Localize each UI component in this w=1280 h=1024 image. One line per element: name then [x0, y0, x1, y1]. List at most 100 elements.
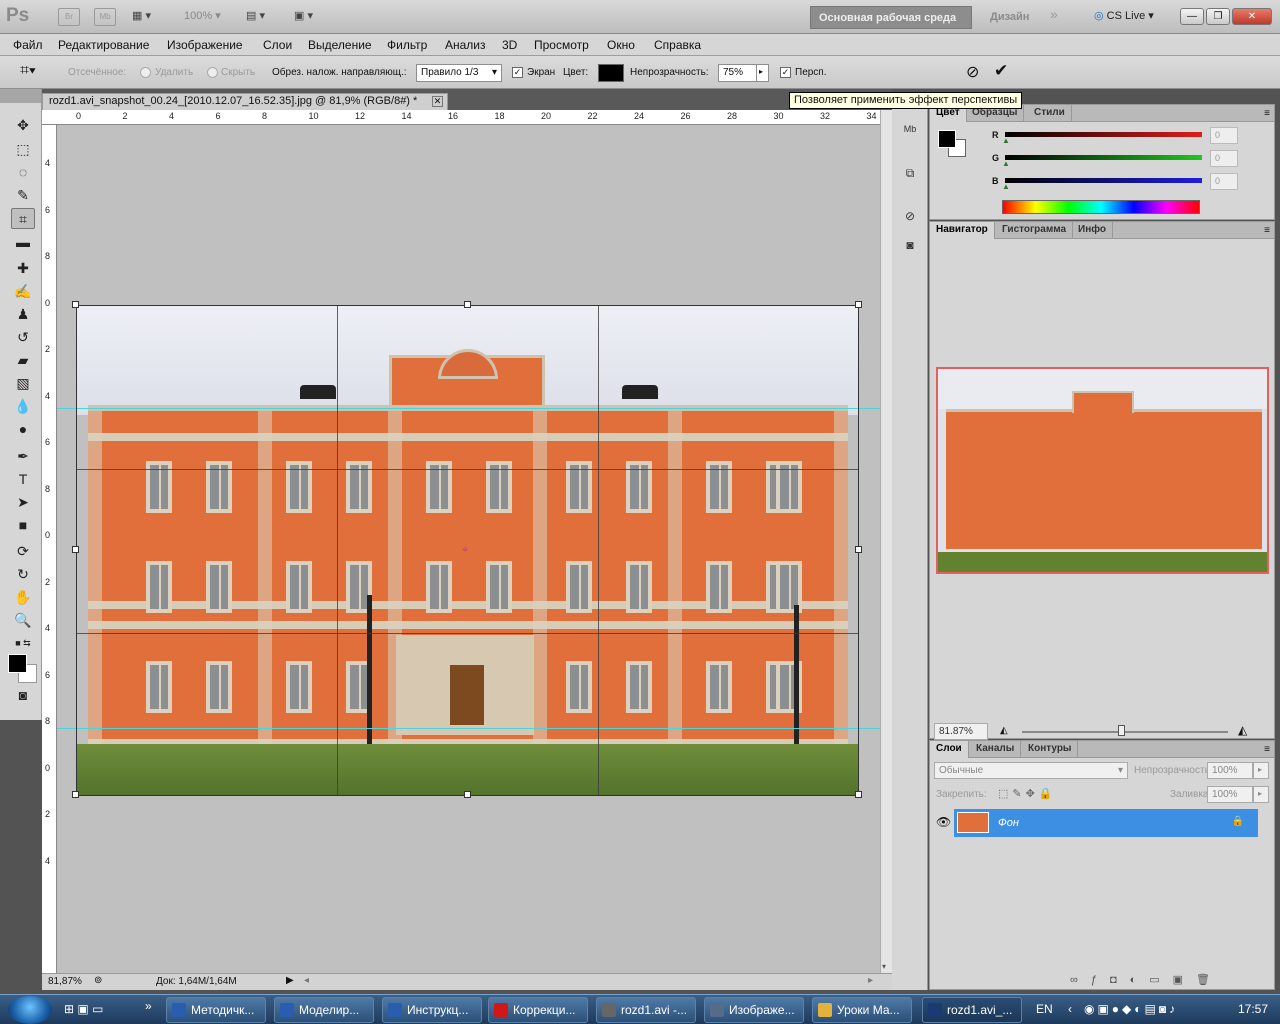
tray-icons[interactable]: ◉▣●◆◐▤◙♪ — [1084, 1002, 1178, 1016]
3d-orbit-icon[interactable]: ↻ — [11, 564, 35, 585]
guide-line[interactable] — [57, 728, 880, 729]
restore-button[interactable]: ❐ — [1206, 8, 1230, 25]
taskbar-button[interactable]: Уроки Ма... — [812, 997, 912, 1023]
pen-tool-icon[interactable]: ✒ — [11, 446, 35, 467]
panel-menu-icon[interactable]: ≡ — [1264, 225, 1270, 236]
overlay-dropdown[interactable]: Правило 1/3 ▾ — [416, 64, 502, 82]
type-tool-icon[interactable]: T — [11, 469, 35, 490]
swap-colors-icon[interactable]: ■ ⇆ — [11, 633, 35, 654]
status-icon[interactable]: ⊚ — [94, 975, 102, 986]
slider-thumb-icon[interactable]: ▲ — [1002, 182, 1010, 191]
menu-image[interactable]: Изображение — [167, 38, 243, 52]
dodge-tool-icon[interactable]: ● — [11, 419, 35, 440]
menu-view[interactable]: Просмотр — [534, 38, 589, 52]
crop-handle[interactable] — [855, 791, 862, 798]
channel-b-value[interactable]: 0 — [1210, 173, 1238, 190]
eyedropper-tool-icon[interactable]: ▬ — [11, 232, 35, 253]
color-spectrum-bar[interactable] — [1002, 200, 1200, 214]
fill-stepper[interactable]: ▸ — [1253, 786, 1269, 803]
eraser-tool-icon[interactable]: ▰ — [11, 350, 35, 371]
scroll-left-icon[interactable]: ◂ — [304, 975, 309, 986]
minimize-button[interactable]: — — [1180, 8, 1204, 25]
hand-tool-icon[interactable]: ✋ — [11, 587, 35, 608]
gradient-tool-icon[interactable]: ▧ — [11, 373, 35, 394]
history-panel-icon[interactable]: ⧉ — [898, 162, 922, 184]
taskbar-button[interactable]: Инструкц... — [382, 997, 482, 1023]
scroll-down-icon[interactable]: ▾ — [882, 962, 886, 971]
tab-paths[interactable]: Контуры — [1022, 741, 1079, 758]
channel-b-slider[interactable]: ▲ — [1002, 178, 1202, 191]
navigator-zoom-thumb[interactable] — [1118, 725, 1125, 736]
tray-expand-icon[interactable]: ‹ — [1068, 1002, 1072, 1016]
navigator-thumbnail[interactable] — [936, 367, 1269, 574]
layer-opacity-stepper[interactable]: ▸ — [1253, 762, 1269, 779]
menu-file[interactable]: Файл — [13, 38, 43, 52]
lasso-tool-icon[interactable]: ◌ — [11, 162, 35, 183]
history-brush-icon[interactable]: ↺ — [11, 327, 35, 348]
layer-name[interactable]: Фон — [998, 817, 1019, 829]
start-button[interactable] — [8, 996, 52, 1024]
zoom-tool-icon[interactable]: 🔍 — [11, 610, 35, 631]
brush-preset-icon[interactable]: ⊘ — [898, 205, 922, 227]
mini-bridge-panel-icon[interactable]: Mb — [898, 118, 922, 140]
shield-checkbox[interactable]: ✓ — [512, 67, 523, 78]
lock-icons[interactable]: ⬚✎✥🔒 — [998, 787, 1057, 800]
tab-channels[interactable]: Каналы — [970, 741, 1022, 758]
tab-styles[interactable]: Стили — [1028, 105, 1072, 122]
channel-r-slider[interactable]: ▲ — [1002, 132, 1202, 145]
show-desktop-icon[interactable]: ⊞ ▣ ▭ — [64, 1002, 103, 1016]
path-selection-icon[interactable]: ➤ — [11, 492, 35, 513]
delete-radio[interactable] — [140, 67, 151, 78]
bridge-icon[interactable]: Br — [58, 8, 80, 26]
navigator-zoom-slider[interactable] — [1022, 731, 1228, 733]
scroll-right-icon[interactable]: ▸ — [868, 975, 873, 986]
zoom-out-icon[interactable]: ◭ — [1000, 725, 1008, 736]
taskbar-button[interactable]: rozd1.avi -... — [596, 997, 696, 1023]
perspective-checkbox[interactable]: ✓ — [780, 67, 791, 78]
guide-line[interactable] — [57, 408, 880, 409]
menu-help[interactable]: Справка — [654, 38, 701, 52]
blur-tool-icon[interactable]: 💧 — [11, 396, 35, 417]
status-zoom[interactable]: 81,87% — [48, 976, 82, 987]
color-panel-fg-swatch[interactable] — [938, 130, 956, 148]
shield-color-swatch[interactable] — [598, 64, 624, 82]
tab-layers[interactable]: Слои — [930, 741, 969, 758]
foreground-color-swatch[interactable] — [8, 654, 27, 673]
workspace-essentials-button[interactable]: Основная рабочая среда — [810, 6, 972, 29]
marquee-tool-icon[interactable]: ⬚ — [11, 139, 35, 160]
taskbar-button[interactable]: Изображе... — [704, 997, 804, 1023]
vertical-ruler[interactable]: 024680246802468024 — [42, 125, 57, 973]
commit-icon[interactable]: ✔ — [994, 61, 1008, 81]
opacity-input[interactable]: 75% — [718, 64, 758, 82]
taskbar-button[interactable]: Методичк... — [166, 997, 266, 1023]
cancel-icon[interactable]: ⊘ — [966, 62, 979, 82]
shape-tool-icon[interactable]: ■ — [11, 515, 35, 536]
crop-tool-icon[interactable]: ⌗ — [11, 208, 35, 229]
brush-tool-icon[interactable]: ✍ — [11, 281, 35, 302]
healing-brush-icon[interactable]: ✚ — [11, 258, 35, 279]
tools-panel-grip[interactable] — [0, 89, 41, 103]
menu-layer[interactable]: Слои — [263, 38, 292, 52]
status-menu-arrow[interactable]: ▶ — [286, 975, 294, 986]
blend-mode-dropdown[interactable]: Обычные ▾ — [934, 762, 1128, 779]
panel-menu-icon[interactable]: ≡ — [1264, 744, 1270, 755]
crop-handle[interactable] — [855, 301, 862, 308]
layer-visibility-eye-icon[interactable]: 👁 — [936, 815, 951, 829]
screen-mode-dropdown[interactable]: ▣ ▾ — [294, 9, 313, 25]
crop-handle[interactable] — [464, 791, 471, 798]
crop-handle[interactable] — [464, 301, 471, 308]
fill-input[interactable]: 100% — [1207, 786, 1253, 803]
menu-filter[interactable]: Фильтр — [387, 38, 427, 52]
language-indicator[interactable]: EN — [1036, 1002, 1053, 1016]
clone-stamp-icon[interactable]: ♟ — [11, 304, 35, 325]
quicklaunch-more[interactable]: » — [145, 999, 152, 1013]
tab-histogram[interactable]: Гистограмма — [996, 222, 1074, 239]
tab-info[interactable]: Инфо — [1072, 222, 1113, 239]
crop-handle[interactable] — [855, 546, 862, 553]
move-tool-icon[interactable]: ✥ — [11, 115, 35, 136]
workspace-design-button[interactable]: Дизайн — [982, 6, 1042, 29]
menu-3d[interactable]: 3D — [502, 38, 517, 52]
layers-bottom-icons[interactable]: ∞ƒ◘◐▭▣🗑 — [1070, 973, 1223, 986]
menu-edit[interactable]: Редактирование — [58, 38, 149, 52]
clone-source-icon[interactable]: ◙ — [898, 234, 922, 256]
